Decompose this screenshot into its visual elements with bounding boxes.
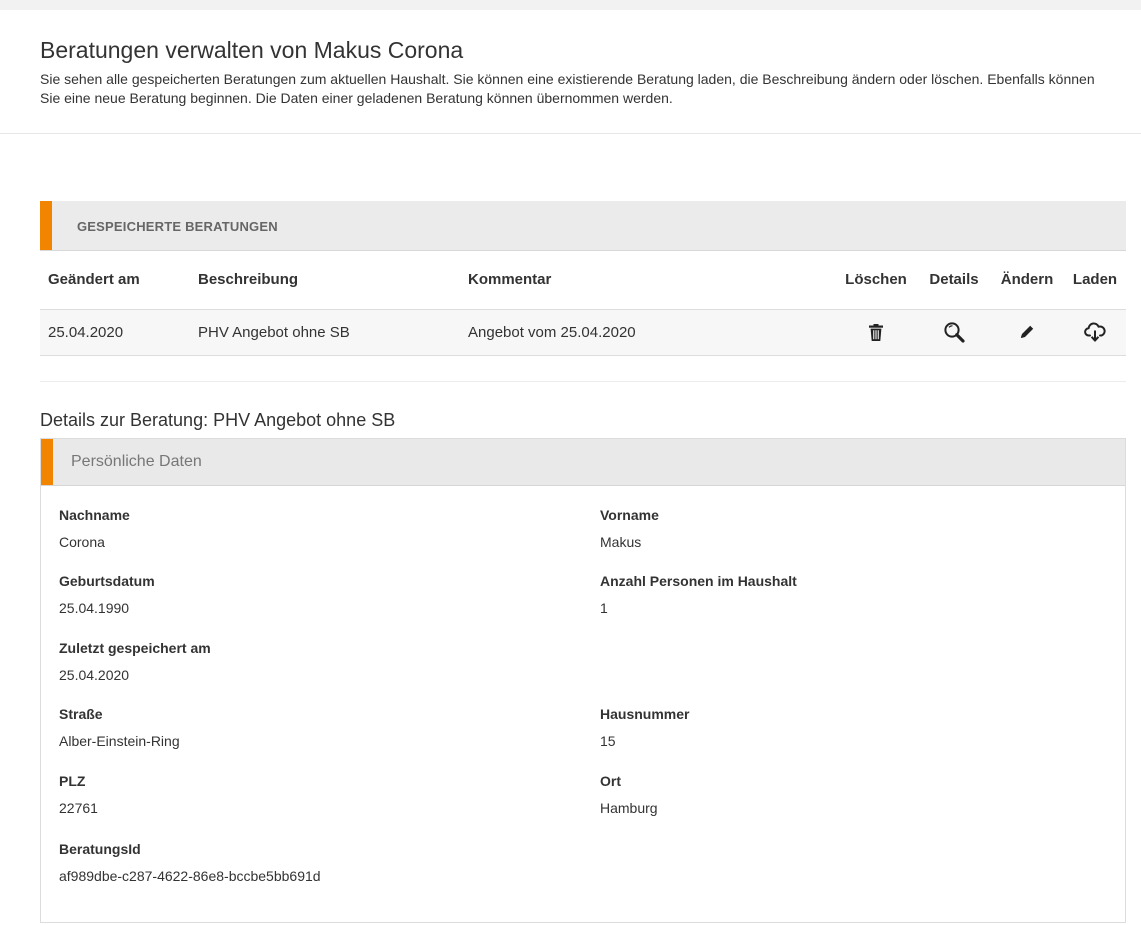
field-label: Anzahl Personen im Haushalt bbox=[600, 573, 797, 589]
field-zuletzt-gespeichert: Zuletzt gespeichert am 25.04.2020 bbox=[59, 639, 539, 684]
page-intro: Sie sehen alle gespeicherten Beratungen … bbox=[40, 71, 1095, 106]
accent-bar bbox=[40, 201, 52, 250]
cell-comment: Angebot vom 25.04.2020 bbox=[460, 309, 834, 356]
field-label: Nachname bbox=[59, 507, 130, 523]
page-header: Beratungen verwalten von Makus Corona Si… bbox=[0, 10, 1141, 108]
field-value: Alber-Einstein-Ring bbox=[59, 733, 180, 749]
load-button[interactable] bbox=[1080, 317, 1110, 347]
saved-consultations-table: Geändert am Beschreibung Kommentar Lösch… bbox=[40, 251, 1126, 356]
trash-icon bbox=[869, 323, 883, 341]
cell-edit bbox=[990, 309, 1064, 356]
field-ort: Ort Hamburg bbox=[600, 772, 1080, 817]
cell-details bbox=[918, 309, 990, 356]
details-button[interactable] bbox=[939, 317, 969, 347]
col-delete: Löschen bbox=[834, 251, 918, 310]
field-beratungsid: BeratungsId af989dbe-c287-4622-86e8-bccb… bbox=[59, 840, 539, 885]
col-details: Details bbox=[918, 251, 990, 310]
field-label: PLZ bbox=[59, 773, 86, 789]
accent-bar bbox=[41, 439, 53, 485]
field-strasse: Straße Alber-Einstein-Ring bbox=[59, 705, 539, 750]
personal-data-title: Persönliche Daten bbox=[71, 453, 202, 470]
field-value: Makus bbox=[600, 534, 642, 550]
saved-consultations-card: GESPEICHERTE BERATUNGEN Geändert am Besc… bbox=[40, 201, 1126, 356]
header-divider bbox=[0, 133, 1141, 134]
field-nachname: Nachname Corona bbox=[59, 506, 539, 551]
field-geburtsdatum: Geburtsdatum 25.04.1990 bbox=[59, 572, 539, 617]
magnifier-icon bbox=[944, 322, 965, 343]
field-value: 25.04.2020 bbox=[59, 667, 130, 683]
field-vorname: Vorname Makus bbox=[600, 506, 1080, 551]
field-label: Straße bbox=[59, 706, 103, 722]
field-label: Zuletzt gespeichert am bbox=[59, 640, 211, 656]
saved-consultations-header: GESPEICHERTE BERATUNGEN bbox=[40, 201, 1126, 251]
section-divider bbox=[40, 381, 1126, 382]
pencil-icon bbox=[1020, 325, 1034, 338]
field-value: af989dbe-c287-4622-86e8-bccbe5bb691d bbox=[59, 868, 321, 884]
top-strip bbox=[0, 0, 1141, 10]
col-load: Laden bbox=[1064, 251, 1126, 310]
details-heading: Details zur Beratung: PHV Angebot ohne S… bbox=[40, 410, 396, 430]
col-description: Beschreibung bbox=[190, 251, 460, 310]
field-value: Corona bbox=[59, 534, 105, 550]
table-row: 25.04.2020 PHV Angebot ohne SB Angebot v… bbox=[40, 309, 1126, 356]
field-value: Hamburg bbox=[600, 800, 658, 816]
col-changed: Geändert am bbox=[40, 251, 190, 310]
saved-consultations-title: GESPEICHERTE BERATUNGEN bbox=[77, 219, 278, 234]
cloud-download-icon bbox=[1084, 322, 1106, 342]
field-value: 22761 bbox=[59, 800, 98, 816]
col-comment: Kommentar bbox=[460, 251, 834, 310]
field-label: Hausnummer bbox=[600, 706, 690, 722]
field-label: Vorname bbox=[600, 507, 659, 523]
field-label: Ort bbox=[600, 773, 621, 789]
cell-delete bbox=[834, 309, 918, 356]
field-value: 1 bbox=[600, 600, 608, 616]
field-label: Geburtsdatum bbox=[59, 573, 155, 589]
field-hausnummer: Hausnummer 15 bbox=[600, 705, 1080, 750]
personal-data-header: Persönliche Daten bbox=[41, 439, 1125, 486]
field-label: BeratungsId bbox=[59, 841, 141, 857]
cell-changed: 25.04.2020 bbox=[40, 309, 190, 356]
table-header-row: Geändert am Beschreibung Kommentar Lösch… bbox=[40, 251, 1126, 310]
field-personen: Anzahl Personen im Haushalt 1 bbox=[600, 572, 1080, 617]
cell-load bbox=[1064, 309, 1126, 356]
delete-button[interactable] bbox=[861, 317, 891, 347]
page-title: Beratungen verwalten von Makus Corona bbox=[40, 37, 464, 63]
personal-data-panel: Persönliche Daten Nachname Corona Vornam… bbox=[40, 438, 1126, 923]
field-value: 25.04.1990 bbox=[59, 600, 130, 616]
cell-description: PHV Angebot ohne SB bbox=[190, 309, 460, 356]
edit-button[interactable] bbox=[1012, 317, 1042, 347]
field-value: 15 bbox=[600, 733, 616, 749]
col-edit: Ändern bbox=[990, 251, 1064, 310]
field-plz: PLZ 22761 bbox=[59, 772, 539, 817]
